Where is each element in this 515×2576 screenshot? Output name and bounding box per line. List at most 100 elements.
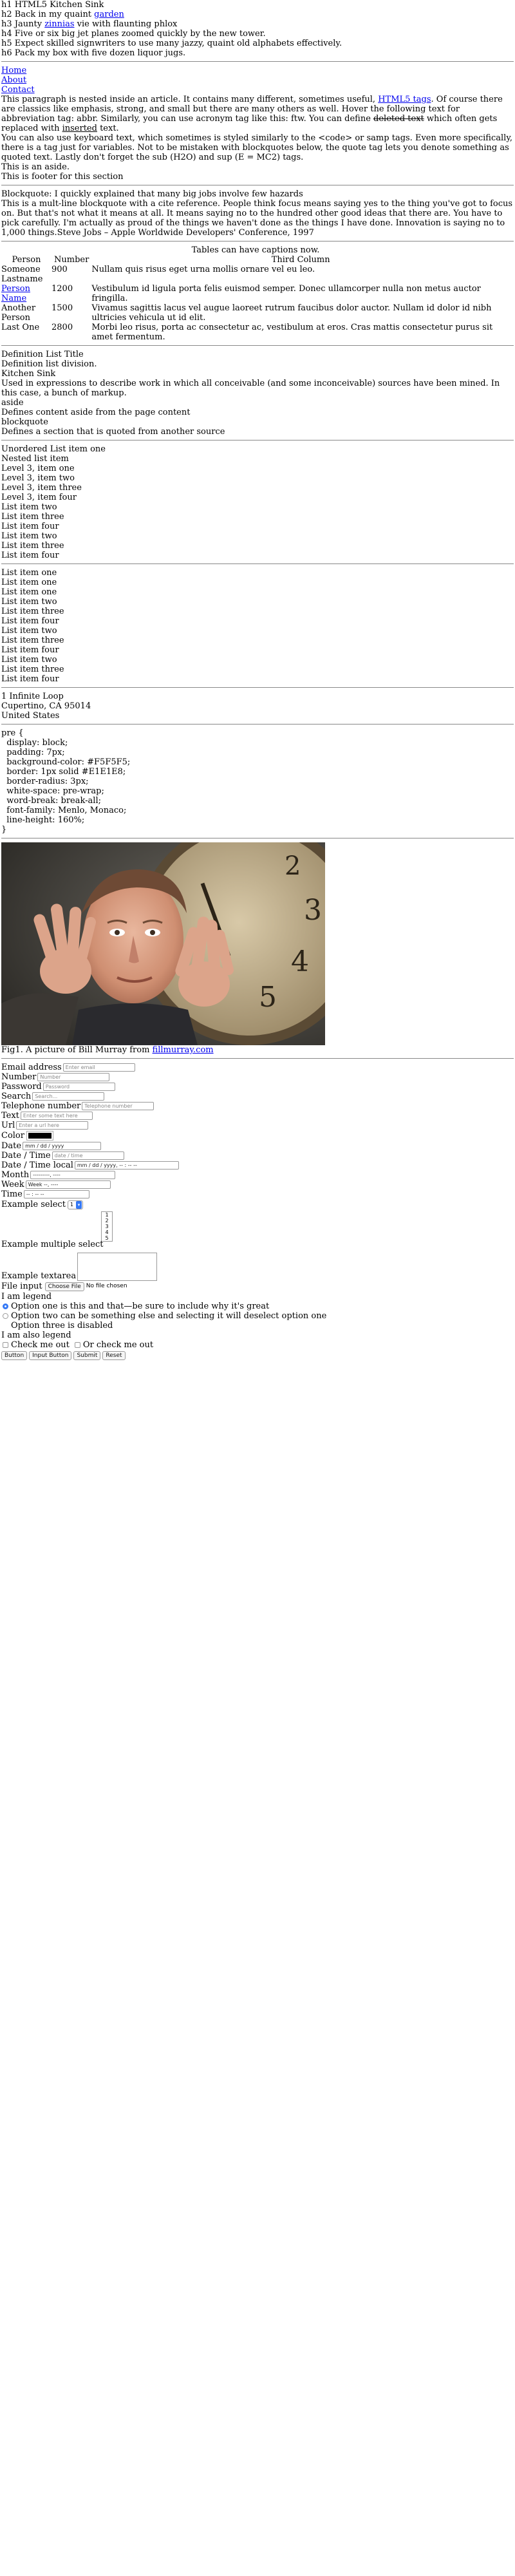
divider (1, 1058, 514, 1059)
dl-term: aside (1, 398, 24, 408)
number-field[interactable]: Number (37, 1073, 110, 1081)
table-cell-third: Vivamus sagittis lacus vel augue laoreet… (91, 303, 492, 323)
dl-description: Used in expressions to describe work in … (1, 379, 500, 398)
data-table: Tables can have captions now. Person Num… (1, 245, 510, 342)
list-item: List item four (1, 616, 59, 626)
number-row: Number Number (1, 1072, 514, 1082)
datetime-row: Date / Time date / time (1, 1151, 514, 1160)
week-field[interactable]: Week --, ---- (25, 1180, 111, 1189)
color-swatch (28, 1133, 52, 1139)
month-row: Month ---------, ---- (1, 1170, 514, 1180)
bill-murray-photo: 3 4 5 2 (1, 842, 325, 1045)
datetime-field[interactable]: date / time (52, 1151, 124, 1160)
radio-option-one[interactable] (3, 1303, 8, 1309)
reset-button[interactable]: Reset (102, 1351, 126, 1360)
table-cell-person[interactable]: Person Name (1, 284, 52, 303)
table-cell-person: Someone Lastname (1, 265, 43, 284)
select-label: Example select (1, 1200, 66, 1209)
person-name-link[interactable]: Person Name (1, 284, 30, 303)
list-item: List item three (1, 512, 64, 522)
date-label: Date (1, 1141, 22, 1151)
headings: h1 HTML5 Kitchen Sink h2 Back in my quai… (1, 0, 514, 58)
button-button[interactable]: Button (1, 1351, 28, 1360)
list-item: List item four (1, 674, 59, 684)
svg-text:3: 3 (304, 894, 322, 927)
multiselect-option[interactable]: 3 (102, 1224, 112, 1229)
password-field[interactable]: Password (42, 1083, 115, 1091)
datetime-label: Date / Time (1, 1151, 51, 1160)
multiselect-option[interactable]: 4 (102, 1229, 112, 1235)
blockquote-section: Blockquote: I quickly explained that man… (1, 189, 514, 238)
radio-row: Option two can be something else and sel… (1, 1311, 514, 1321)
heading-4: h4 Five or six big jet planes zoomed qui… (1, 29, 266, 39)
search-label: Search (1, 1092, 32, 1101)
multiselect-row: 1 2 3 4 5 Example multiple select (1, 1210, 514, 1251)
nav-home-link[interactable]: Home (1, 66, 514, 75)
figure-caption-text: Fig1. A picture of Bill Murray from (1, 1045, 153, 1055)
dl-description: Defines content aside from the page cont… (1, 408, 191, 417)
p1-text-d: text. (97, 124, 119, 133)
divider (1, 687, 514, 688)
input-button[interactable]: Input Button (29, 1351, 72, 1360)
file-status: No file chosen (86, 1283, 127, 1289)
list-item: Level 3, item two (1, 473, 75, 483)
nav-about-link[interactable]: About (1, 75, 514, 85)
or-check-me-out-checkbox[interactable] (74, 1342, 80, 1348)
list-item: List item two (1, 626, 57, 636)
text-field[interactable]: Enter some text here (20, 1112, 93, 1120)
time-field[interactable]: -- : -- -- (23, 1190, 89, 1198)
zinnias-link[interactable]: zinnias (44, 19, 74, 29)
list-item: List item four (1, 522, 59, 531)
list-item: Level 3, item four (1, 493, 77, 502)
list-item: List item one (1, 568, 57, 578)
table-row: Another Person 1500 Vivamus sagittis lac… (1, 303, 510, 323)
submit-button[interactable]: Submit (73, 1351, 101, 1360)
file-label: File input (1, 1282, 42, 1291)
url-field[interactable]: Enter a url here (16, 1121, 89, 1130)
table-row: Last One 2800 Morbi leo risus, porta ac … (1, 323, 510, 342)
fillmurray-link[interactable]: fillmurray.com (153, 1045, 214, 1055)
multiselect-option[interactable]: 2 (102, 1218, 112, 1224)
color-picker[interactable] (26, 1131, 53, 1141)
telephone-field[interactable]: Telephone number (82, 1102, 154, 1110)
page: h1 HTML5 Kitchen Sink h2 Back in my quai… (0, 0, 515, 1361)
search-input[interactable]: Search... (32, 1092, 105, 1101)
select-value: 1 (70, 1201, 74, 1208)
multiselect-box[interactable]: 1 2 3 4 5 (101, 1211, 113, 1242)
email-field[interactable]: Enter email (62, 1063, 135, 1072)
multiselect-option[interactable]: 1 (102, 1212, 112, 1218)
html5-tags-link[interactable]: HTML5 tags (378, 95, 431, 104)
heading-3-text: h3 Jaunty (1, 19, 45, 29)
week-label: Week (1, 1180, 24, 1189)
heading-5: h5 Expect skilled signwriters to use man… (1, 39, 342, 48)
url-label: Url (1, 1121, 15, 1130)
example-textarea[interactable] (77, 1253, 158, 1281)
table-header-person: Person (12, 255, 41, 265)
radio-option-one-label: Option one is this and that—be sure to i… (11, 1302, 270, 1311)
textarea-row: Example textarea (1, 1251, 514, 1281)
divider (1, 345, 514, 346)
article: This paragraph is nested inside an artic… (1, 95, 514, 182)
heading-3-tail: vie with flaunting phlox (74, 19, 178, 29)
table-cell-number: 900 (52, 265, 68, 274)
email-label: Email address (1, 1063, 62, 1072)
address-line: United States (1, 711, 60, 721)
heading-1: h1 HTML5 Kitchen Sink (1, 0, 104, 10)
p1-text-a: This paragraph is nested inside an artic… (1, 95, 379, 104)
month-field[interactable]: ---------, ---- (30, 1171, 116, 1179)
check-me-out-checkbox[interactable] (3, 1342, 8, 1348)
garden-link[interactable]: garden (94, 10, 124, 19)
article-paragraph-1: This paragraph is nested inside an artic… (1, 95, 514, 133)
datetime-local-field[interactable]: mm / dd / yyyy, -- : -- -- (74, 1161, 179, 1170)
svg-text:4: 4 (291, 945, 309, 978)
list-item: Level 3, item one (1, 464, 75, 473)
choose-file-button[interactable]: Choose File (44, 1282, 84, 1291)
nav-contact-link[interactable]: Contact (1, 85, 514, 95)
radio-option-two[interactable] (3, 1313, 8, 1319)
radio-row: Option three is disabled (1, 1321, 514, 1331)
svg-text:2: 2 (285, 851, 301, 881)
file-row: File input Choose File No file chosen (1, 1281, 514, 1292)
date-field[interactable]: mm / dd / yyyy (23, 1142, 102, 1150)
example-select[interactable]: 1 ▾ (67, 1200, 84, 1209)
table-cell-number: 2800 (52, 323, 73, 332)
